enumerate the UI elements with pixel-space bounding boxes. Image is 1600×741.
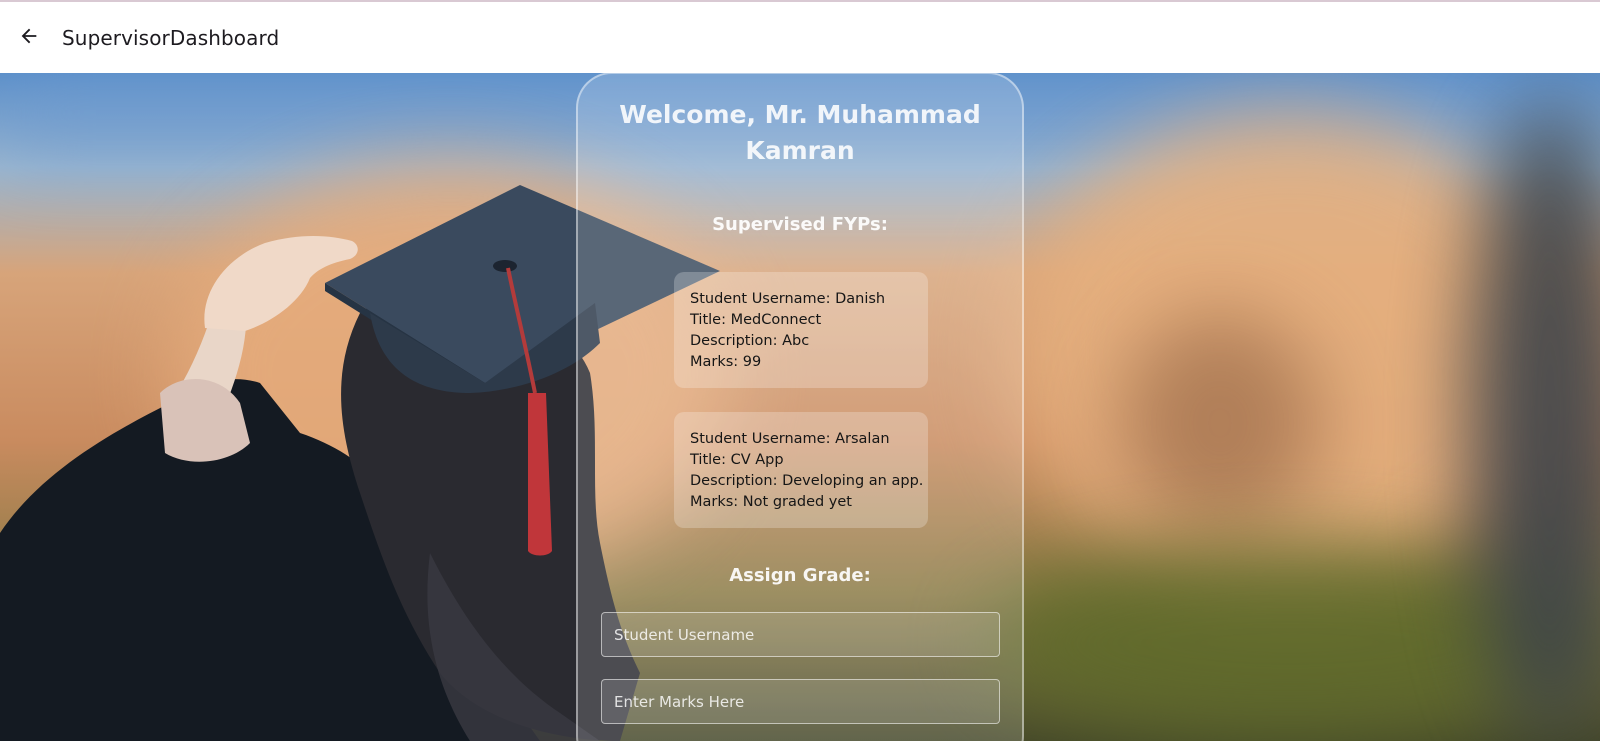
- fyp-username: Student Username: Danish: [690, 291, 886, 307]
- fyp-description: Description: Abc: [690, 333, 810, 349]
- assign-grade-heading: Assign Grade:: [729, 565, 871, 586]
- fyp-username: Student Username: Arsalan: [690, 431, 890, 447]
- app-bar: SupervisorDashboard: [0, 2, 1600, 73]
- back-button[interactable]: [12, 21, 46, 55]
- fyp-title: Title: MedConnect: [690, 312, 822, 328]
- arrow-left-icon: [18, 25, 40, 51]
- fyp-card: Student Username: Danish Title: MedConne…: [674, 272, 928, 388]
- student-username-field[interactable]: [601, 612, 1000, 657]
- student-username-input[interactable]: [602, 613, 999, 656]
- marks-input[interactable]: [602, 680, 999, 723]
- welcome-heading: Welcome, Mr. Muhammad Kamran: [600, 97, 1000, 169]
- fyp-marks: Marks: 99: [690, 354, 762, 370]
- supervised-fyps-heading: Supervised FYPs:: [712, 214, 888, 235]
- marks-field[interactable]: [601, 679, 1000, 724]
- welcome-line-2: Kamran: [745, 136, 855, 165]
- page-title: SupervisorDashboard: [62, 25, 280, 50]
- fyp-marks: Marks: Not graded yet: [690, 494, 852, 510]
- fyp-card: Student Username: Arsalan Title: CV App …: [674, 412, 928, 528]
- fyp-title: Title: CV App: [690, 452, 784, 468]
- fyp-description: Description: Developing an app.: [690, 473, 924, 489]
- welcome-line-1: Welcome, Mr. Muhammad: [619, 100, 981, 129]
